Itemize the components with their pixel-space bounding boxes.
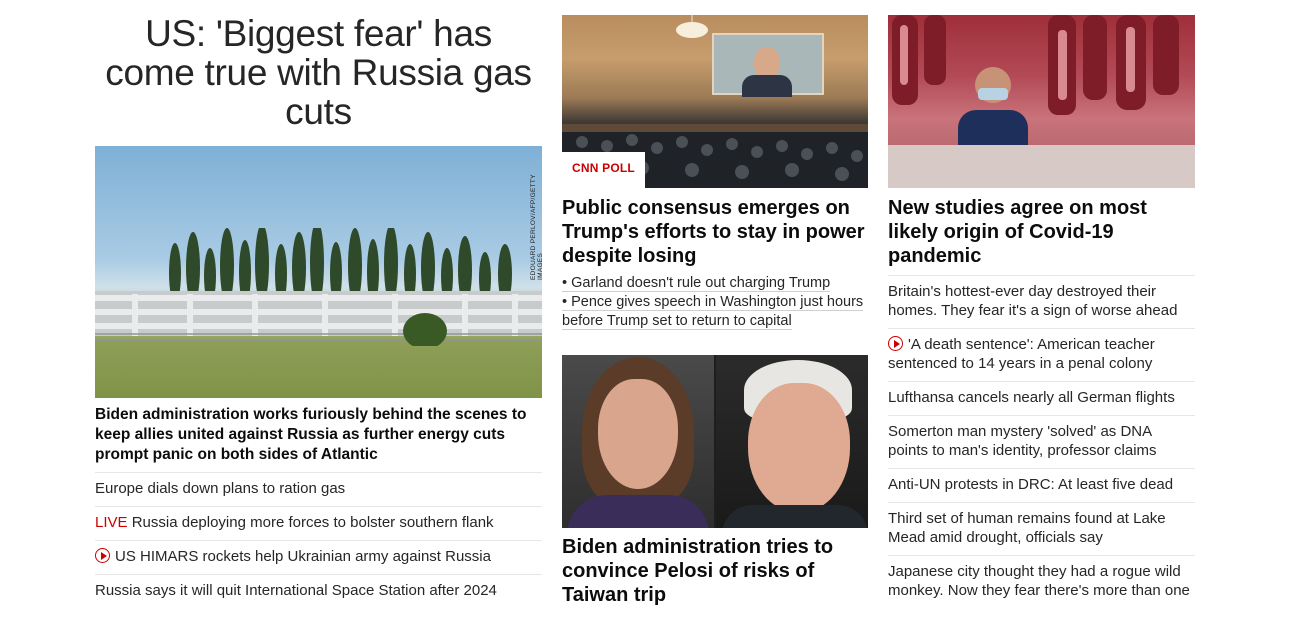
poll-story-title[interactable]: Public consensus emerges on Trump's effo… <box>562 196 868 268</box>
left-story-list: Europe dials down plans to ration gas LI… <box>95 472 542 608</box>
story-link[interactable]: 'A death sentence': American teacher sen… <box>888 336 1155 372</box>
story-link[interactable]: Britain's hottest-ever day destroyed the… <box>888 283 1177 319</box>
bullet-link[interactable]: • Garland doesn't rule out charging Trum… <box>562 275 831 292</box>
hero-story-title[interactable]: Biden administration works furiously beh… <box>95 405 542 472</box>
list-item[interactable]: Lufthansa cancels nearly all German flig… <box>888 381 1195 415</box>
live-label: LIVE <box>95 514 128 531</box>
list-item[interactable]: Europe dials down plans to ration gas <box>95 472 542 506</box>
middle-column: CNN POLL Public consensus emerges on Tru… <box>562 0 868 607</box>
cnn-poll-badge: CNN POLL <box>562 152 645 188</box>
story-link[interactable]: Somerton man mystery 'solved' as DNA poi… <box>888 423 1157 459</box>
left-column: US: 'Biggest fear' has come true with Ru… <box>95 0 542 608</box>
list-item[interactable]: LIVE Russia deploying more forces to bol… <box>95 506 542 540</box>
story-text: Russia deploying more forces to bolster … <box>131 514 494 531</box>
list-item[interactable]: Britain's hottest-ever day destroyed the… <box>888 275 1195 328</box>
play-icon <box>888 336 903 351</box>
play-icon <box>95 548 110 563</box>
story-link[interactable]: Third set of human remains found at Lake… <box>888 510 1166 546</box>
image-credit: EDOUARD PERLOV/AFP/GETTY IMAGES <box>530 174 542 280</box>
story-link[interactable]: Lufthansa cancels nearly all German flig… <box>888 389 1175 406</box>
story-link[interactable]: LIVE Russia deploying more forces to bol… <box>95 514 494 531</box>
right-column: New studies agree on most likely origin … <box>888 0 1195 608</box>
chandelier-graphic <box>676 15 708 38</box>
list-item[interactable]: 'A death sentence': American teacher sen… <box>888 328 1195 381</box>
taiwan-story-title[interactable]: Biden administration tries to convince P… <box>562 535 868 607</box>
list-item[interactable]: Somerton man mystery 'solved' as DNA poi… <box>888 415 1195 468</box>
right-story-list: Britain's hottest-ever day destroyed the… <box>888 275 1195 608</box>
pipes-graphic <box>95 291 542 346</box>
hearing-image[interactable]: CNN POLL <box>562 15 868 188</box>
list-item[interactable]: Japanese city thought they had a rogue w… <box>888 555 1195 608</box>
main-headline-link[interactable]: US: 'Biggest fear' has come true with Ru… <box>95 14 542 131</box>
story-link[interactable]: Anti-UN protests in DRC: At least five d… <box>888 476 1173 493</box>
covid-story-title[interactable]: New studies agree on most likely origin … <box>888 196 1195 275</box>
pelosi-biden-image[interactable] <box>562 355 868 528</box>
market-image[interactable] <box>888 15 1195 188</box>
hearing-screen <box>712 33 824 97</box>
bullet-link[interactable]: • Pence gives speech in Washington just … <box>562 294 864 330</box>
story-text: 'A death sentence': American teacher sen… <box>888 336 1155 372</box>
bullet-item[interactable]: • Pence gives speech in Washington just … <box>562 293 868 331</box>
related-bullets: • Garland doesn't rule out charging Trum… <box>562 274 868 331</box>
meat-counter <box>888 145 1195 188</box>
list-item[interactable]: US HIMARS rockets help Ukrainian army ag… <box>95 540 542 574</box>
story-text: US HIMARS rockets help Ukrainian army ag… <box>115 548 491 565</box>
story-link[interactable]: Europe dials down plans to ration gas <box>95 480 345 497</box>
list-item[interactable]: Anti-UN protests in DRC: At least five d… <box>888 468 1195 502</box>
list-item[interactable]: Third set of human remains found at Lake… <box>888 502 1195 555</box>
story-link[interactable]: Japanese city thought they had a rogue w… <box>888 563 1190 599</box>
bullet-item[interactable]: • Garland doesn't rule out charging Trum… <box>562 274 868 293</box>
story-link[interactable]: US HIMARS rockets help Ukrainian army ag… <box>95 548 491 565</box>
story-link[interactable]: Russia says it will quit International S… <box>95 582 497 599</box>
gas-pipeline-image[interactable]: EDOUARD PERLOV/AFP/GETTY IMAGES <box>95 146 542 398</box>
list-item[interactable]: Russia says it will quit International S… <box>95 574 542 608</box>
hanging-meat-graphic <box>892 15 1179 115</box>
